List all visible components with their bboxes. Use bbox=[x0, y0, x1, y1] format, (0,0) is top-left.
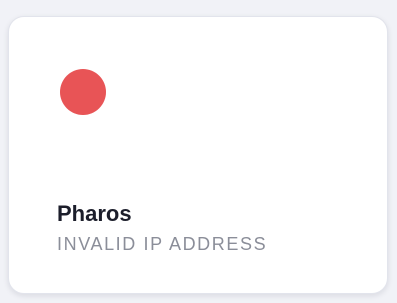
device-card[interactable]: Pharos INVALID IP ADDRESS bbox=[8, 16, 388, 294]
device-name: Pharos bbox=[57, 201, 132, 226]
status-indicator-dot bbox=[60, 69, 106, 115]
device-status-label: INVALID IP ADDRESS bbox=[57, 234, 268, 254]
